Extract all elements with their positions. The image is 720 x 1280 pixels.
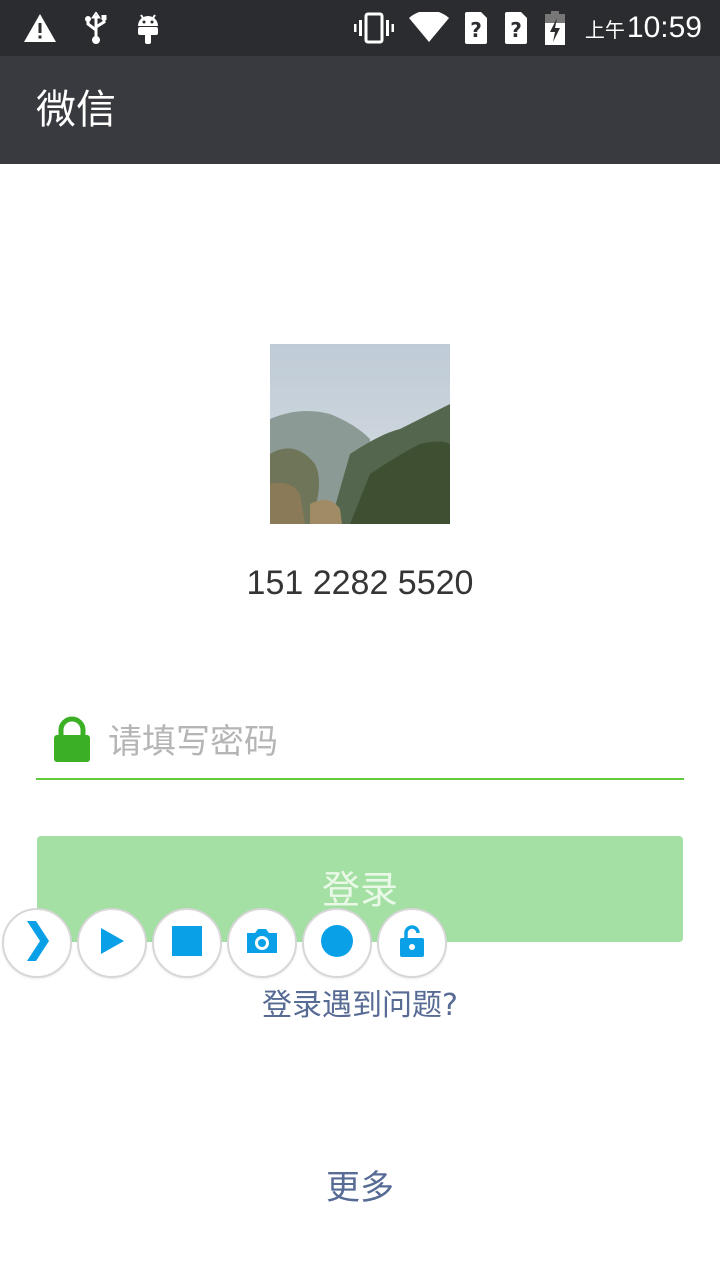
avatar bbox=[270, 344, 450, 524]
play-button[interactable] bbox=[77, 908, 147, 978]
sim-unknown-icon: ? bbox=[463, 10, 489, 46]
record-button[interactable] bbox=[302, 908, 372, 978]
status-left bbox=[22, 10, 162, 46]
expand-icon bbox=[23, 919, 51, 967]
stop-icon bbox=[172, 926, 202, 960]
wifi-icon bbox=[408, 12, 449, 44]
lock-icon bbox=[52, 716, 92, 768]
expand-button[interactable] bbox=[2, 908, 72, 978]
unlock-icon bbox=[398, 924, 426, 962]
camera-icon bbox=[245, 927, 279, 959]
status-bar: ? ? 上午 10:59 bbox=[0, 0, 720, 56]
stop-button[interactable] bbox=[152, 908, 222, 978]
more-link[interactable]: 更多 bbox=[0, 1160, 720, 1209]
screenshot-button[interactable] bbox=[227, 908, 297, 978]
usb-icon bbox=[82, 10, 110, 46]
login-trouble-link[interactable]: 登录遇到问题? bbox=[0, 980, 720, 1024]
clock-time: 10:59 bbox=[626, 11, 702, 44]
password-underline bbox=[36, 778, 684, 780]
unlock-button[interactable] bbox=[377, 908, 447, 978]
warning-icon bbox=[22, 12, 58, 44]
sim-unknown-icon: ? bbox=[503, 10, 529, 46]
clock: 上午 10:59 bbox=[585, 11, 702, 45]
floating-toolbar bbox=[0, 908, 460, 984]
password-row bbox=[36, 710, 684, 780]
battery-charging-icon bbox=[543, 10, 567, 46]
status-right: ? ? 上午 10:59 bbox=[353, 8, 702, 48]
clock-ampm: 上午 bbox=[584, 18, 625, 42]
app-title: 微信 bbox=[36, 87, 116, 133]
app-bar: 微信 bbox=[0, 56, 720, 164]
play-icon bbox=[98, 926, 126, 960]
password-input[interactable] bbox=[108, 716, 668, 768]
account-phone: 151 2282 5520 bbox=[246, 564, 474, 602]
svg-text:?: ? bbox=[510, 18, 522, 42]
record-icon bbox=[320, 924, 354, 962]
vibrate-icon bbox=[353, 12, 395, 44]
android-debug-icon bbox=[134, 10, 162, 46]
svg-text:?: ? bbox=[470, 18, 482, 42]
